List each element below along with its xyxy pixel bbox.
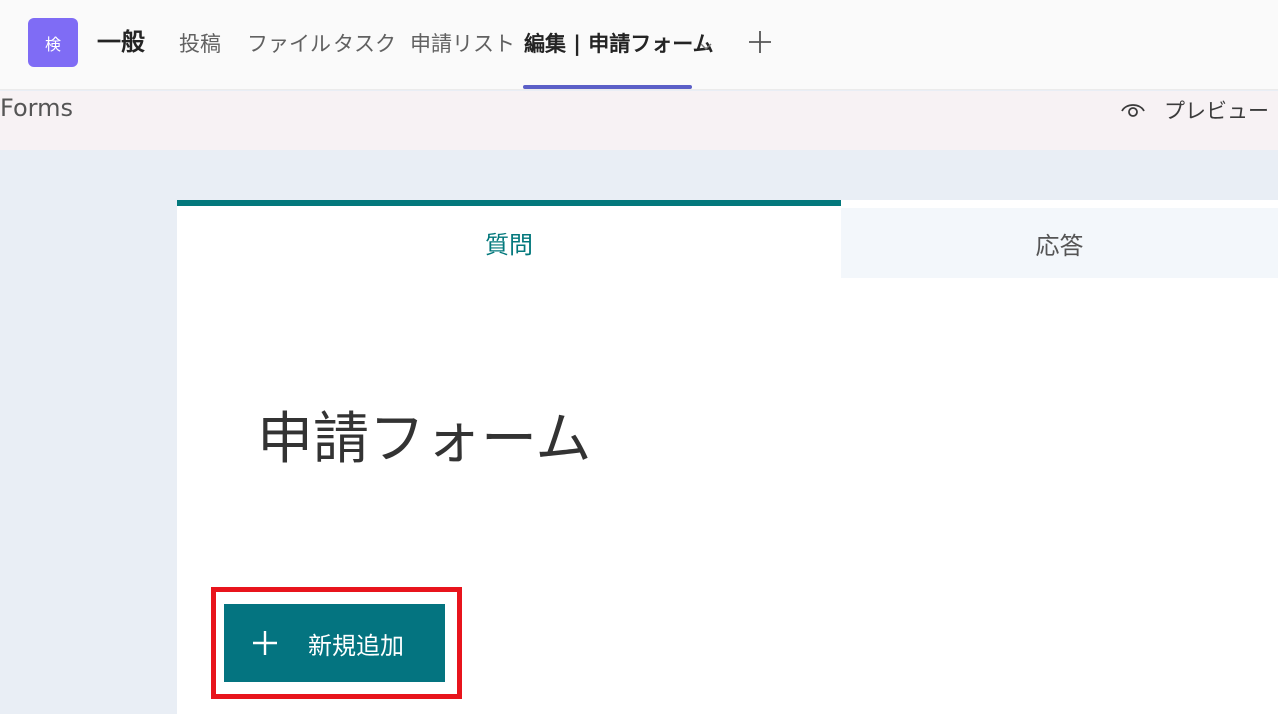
plus-icon — [749, 31, 771, 53]
tab-files[interactable]: ファイル — [247, 30, 331, 58]
team-avatar[interactable]: 検 — [28, 18, 78, 67]
tab-questions[interactable]: 質問 — [177, 200, 841, 278]
eye-icon — [1121, 104, 1145, 117]
active-tab-indicator — [523, 85, 692, 89]
tab-tasks[interactable]: タスク — [333, 30, 396, 58]
channel-name: 一般 — [97, 28, 145, 56]
add-new-button[interactable]: 新規追加 — [224, 604, 445, 682]
tab-request-list[interactable]: 申請リスト — [410, 30, 515, 58]
plus-icon — [253, 631, 277, 655]
chevron-down-icon[interactable] — [699, 38, 713, 52]
add-tab-button[interactable] — [746, 28, 774, 56]
form-title[interactable]: 申請フォーム — [257, 400, 591, 480]
forms-toolbar: Forms プレビュー — [0, 91, 1278, 150]
preview-button[interactable]: プレビュー — [1120, 95, 1269, 125]
preview-label: プレビュー — [1164, 99, 1269, 123]
tab-responses[interactable]: 応答 — [841, 208, 1278, 278]
forms-app-name: Forms — [0, 94, 73, 122]
add-new-label: 新規追加 — [308, 631, 404, 660]
teams-channel-header: 検 一般 投稿 ファイル タスク 申請リスト 編集 | 申請フォーム — [0, 0, 1278, 90]
tab-edit-request-form[interactable]: 編集 | 申請フォーム — [524, 30, 714, 58]
tab-posts[interactable]: 投稿 — [179, 30, 221, 58]
